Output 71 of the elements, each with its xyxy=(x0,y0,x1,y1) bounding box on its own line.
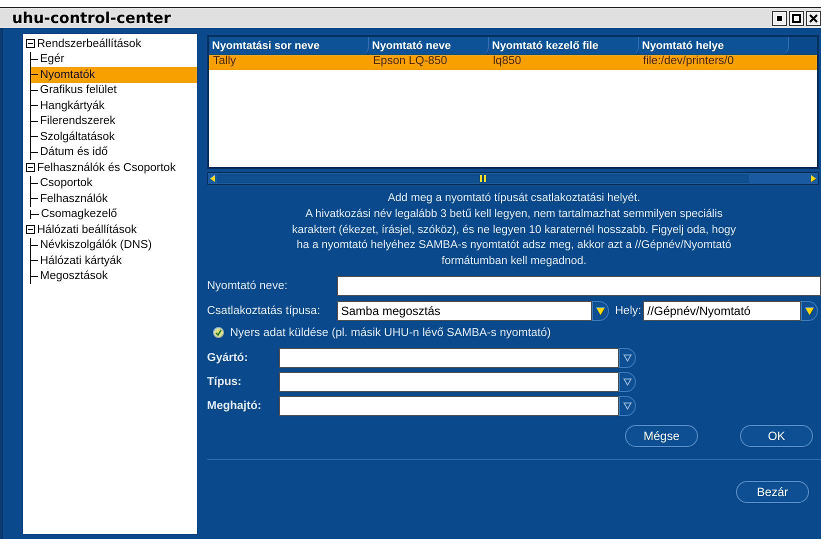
tree-item[interactable]: Felhasználók xyxy=(31,191,197,206)
tree-item[interactable]: Hálózati beállítások xyxy=(23,222,197,238)
field-label: Nyomtató neve: xyxy=(207,280,289,292)
column-header[interactable]: Nyomtató helye xyxy=(639,37,789,55)
instruction-text: A hivatkozási név legalább 3 betű kell legyen, nem tartalmazhat semmilyen speciális xyxy=(305,206,723,222)
tree-item[interactable]: Megosztások xyxy=(31,268,197,284)
tree-item[interactable]: Rendszerbeállítások xyxy=(23,36,197,52)
collapse-icon[interactable] xyxy=(26,163,35,172)
maximize-icon xyxy=(792,14,801,22)
dropdown-arrow-icon xyxy=(623,377,632,386)
collapse-icon[interactable] xyxy=(26,39,35,48)
instruction-text: Add meg a nyomtató típusát csatlakoztatási helyét. xyxy=(388,191,640,206)
tree-item[interactable]: Szolgáltatások xyxy=(31,129,197,144)
tree-item[interactable]: Névkiszolgálók (DNS) xyxy=(31,238,197,253)
tree-item[interactable]: Nyomtatók xyxy=(31,67,197,82)
tree-item[interactable]: Hálózati kártyák xyxy=(31,253,197,268)
connection-type-dropdown[interactable]: Samba megosztás xyxy=(337,300,592,321)
printer-name-field[interactable] xyxy=(337,276,821,296)
dropdown-button[interactable] xyxy=(801,300,818,321)
scroll-grip-icon[interactable] xyxy=(480,175,486,182)
tree-item[interactable]: Csoportok xyxy=(31,176,197,191)
scroll-right-icon[interactable] xyxy=(809,174,818,183)
close-window-button[interactable] xyxy=(806,10,821,26)
window-title: uhu-control-center xyxy=(12,9,171,27)
instruction-text: formátumban kell megadnod. xyxy=(442,254,586,270)
table-cell-text: file:/dev/printers/0 xyxy=(642,55,735,69)
table-cell-text: lq850 xyxy=(492,55,522,69)
tree-item[interactable]: Egér xyxy=(31,52,197,67)
tree-item[interactable]: Csomagkezelő xyxy=(23,206,197,222)
instruction-text: karaktert (ékezet, írásjel, szóköz), és ne legyen 10 karaternél hosszabb. Figyelj oda, hogy xyxy=(292,222,736,238)
tree-item[interactable]: Grafikus felület xyxy=(31,82,197,98)
field-label: Gyártó: xyxy=(207,352,249,364)
dropdown-button[interactable] xyxy=(619,396,636,416)
column-header[interactable]: Nyomtató kezelő file xyxy=(489,37,639,55)
field-label: Meghajtó: xyxy=(207,400,262,412)
column-header[interactable]: Nyomtató neve xyxy=(369,37,489,55)
select-field[interactable] xyxy=(279,396,619,416)
field-label: Hely: xyxy=(615,304,642,317)
close-icon xyxy=(809,14,818,22)
tree-item[interactable]: Dátum és idő xyxy=(31,144,197,160)
square-icon xyxy=(777,16,782,20)
field-label: Csatlakoztatás típusa: xyxy=(207,304,322,317)
dropdown-button[interactable] xyxy=(619,348,636,368)
collapse-icon[interactable] xyxy=(26,225,35,234)
dropdown-arrow-icon xyxy=(596,306,605,316)
dropdown-arrow-icon xyxy=(623,353,632,362)
column-header[interactable]: Nyomtatási sor neve xyxy=(209,37,369,55)
table-cell-text: Epson LQ-850 xyxy=(372,55,448,69)
tree-item[interactable]: Hangkártyák xyxy=(31,98,197,114)
dropdown-button[interactable] xyxy=(619,372,636,392)
field-label: Típus: xyxy=(207,376,242,388)
table-cell-text: Tally xyxy=(212,55,238,69)
dropdown-arrow-icon xyxy=(623,401,632,410)
cancel-button[interactable]: Mégse xyxy=(625,424,698,447)
tree-item[interactable]: Felhasználók és Csoportok xyxy=(23,160,197,176)
location-dropdown[interactable]: //Gépnév/Nyomtató xyxy=(643,300,802,321)
horizontal-scrollbar[interactable] xyxy=(207,172,819,185)
select-field[interactable] xyxy=(279,372,619,392)
instruction-text: ha a nyomtató helyéhez SAMBA-s nyomtatót adsz meg, akkor azt a //Gépnév/Nyomtató xyxy=(296,238,732,254)
maximize-button[interactable] xyxy=(789,10,804,26)
tree-item[interactable]: Filerendszerek xyxy=(31,114,197,129)
select-field[interactable] xyxy=(279,348,619,368)
checkbox-label: Nyers adat küldése (pl. másik UHU-n lévő SAMBA-s nyomtató) xyxy=(230,326,551,339)
table-row[interactable]: Tally Epson LQ-850 lq850 file:/dev/printers/0 xyxy=(209,55,817,70)
checkbox[interactable] xyxy=(213,327,224,338)
minimize-button[interactable] xyxy=(772,10,787,26)
dropdown-arrow-icon xyxy=(805,306,814,316)
dropdown-button[interactable] xyxy=(592,300,609,321)
ok-button[interactable]: OK xyxy=(740,424,813,447)
close-button[interactable]: Bezár xyxy=(736,480,809,503)
scroll-left-icon[interactable] xyxy=(208,174,217,183)
